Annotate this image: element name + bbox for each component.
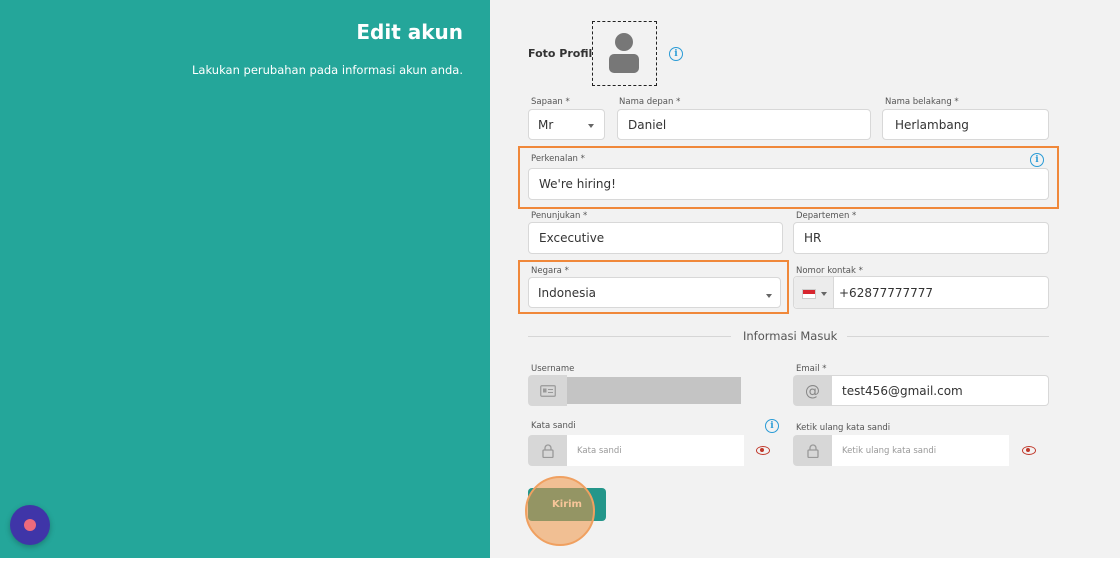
username-label: Username xyxy=(531,364,575,374)
profile-photo-info-icon[interactable]: i xyxy=(669,47,683,61)
country-label: Negara * xyxy=(531,266,569,276)
phone-label: Nomor kontak * xyxy=(796,266,863,276)
country-code-selector[interactable] xyxy=(794,277,834,308)
last-name-input[interactable]: Herlambang xyxy=(882,109,1049,140)
profile-photo-label: Foto Profil xyxy=(528,47,593,60)
phone-input[interactable]: +62877777777 xyxy=(793,276,1049,309)
eye-icon[interactable] xyxy=(756,446,770,455)
chevron-down-icon xyxy=(821,292,827,296)
confirm-password-addon xyxy=(793,435,832,466)
confirm-password-input[interactable]: Ketik ulang kata sandi xyxy=(832,435,1009,466)
intro-input[interactable]: We're hiring! xyxy=(528,168,1049,200)
department-input[interactable]: HR xyxy=(793,222,1049,254)
phone-value: +62877777777 xyxy=(839,285,934,300)
intro-label: Perkenalan * xyxy=(531,154,585,164)
country-value: Indonesia xyxy=(538,285,597,300)
email-value: test456@gmail.com xyxy=(842,383,963,398)
intro-value: We're hiring! xyxy=(539,177,616,191)
user-avatar-icon xyxy=(609,33,639,73)
chevron-down-icon xyxy=(588,124,594,128)
submit-button[interactable]: Kirim xyxy=(528,488,606,521)
email-label: Email * xyxy=(796,364,827,374)
lock-icon xyxy=(806,443,819,458)
at-sign-icon: @ xyxy=(793,375,832,406)
designation-value: Excecutive xyxy=(539,231,605,245)
eye-icon[interactable] xyxy=(1022,446,1036,455)
left-panel: Edit akun Lakukan perubahan pada informa… xyxy=(0,0,490,558)
divider-right xyxy=(847,336,1049,337)
password-input[interactable]: Kata sandi xyxy=(567,435,744,466)
chevron-down-icon xyxy=(766,294,772,298)
username-input[interactable] xyxy=(567,377,741,404)
password-addon xyxy=(528,435,567,466)
profile-photo-upload[interactable] xyxy=(592,21,657,86)
email-input[interactable]: test456@gmail.com xyxy=(832,375,1049,406)
designation-label: Penunjukan * xyxy=(531,211,588,221)
username-addon xyxy=(528,375,567,406)
first-name-input[interactable]: Daniel xyxy=(617,109,871,140)
first-name-value: Daniel xyxy=(628,117,667,132)
last-name-label: Nama belakang * xyxy=(885,97,959,107)
indonesia-flag-icon xyxy=(802,289,816,299)
intro-info-icon[interactable]: i xyxy=(1030,153,1044,167)
chat-widget-button[interactable] xyxy=(10,505,50,545)
chat-indicator-icon xyxy=(24,519,36,531)
confirm-password-label: Ketik ulang kata sandi xyxy=(796,423,891,433)
department-value: HR xyxy=(804,231,822,245)
salutation-label: Sapaan * xyxy=(531,97,570,107)
country-select[interactable]: Indonesia xyxy=(528,277,781,308)
salutation-value: Mr xyxy=(538,117,554,132)
page-subtitle: Lakukan perubahan pada informasi akun an… xyxy=(192,63,463,77)
last-name-value: Herlambang xyxy=(895,117,969,132)
password-label: Kata sandi xyxy=(531,421,576,431)
divider-left xyxy=(528,336,731,337)
first-name-label: Nama depan * xyxy=(619,97,681,107)
department-label: Departemen * xyxy=(796,211,857,221)
designation-input[interactable]: Excecutive xyxy=(528,222,783,254)
salutation-select[interactable]: Mr xyxy=(528,109,605,140)
page-title: Edit akun xyxy=(356,20,463,44)
password-info-icon[interactable]: i xyxy=(765,419,779,433)
edit-account-form: Foto Profil i Sapaan * Mr Nama depan * D… xyxy=(490,0,1120,558)
id-card-icon xyxy=(539,384,556,397)
login-section-title: Informasi Masuk xyxy=(743,329,838,343)
lock-icon xyxy=(541,443,554,458)
